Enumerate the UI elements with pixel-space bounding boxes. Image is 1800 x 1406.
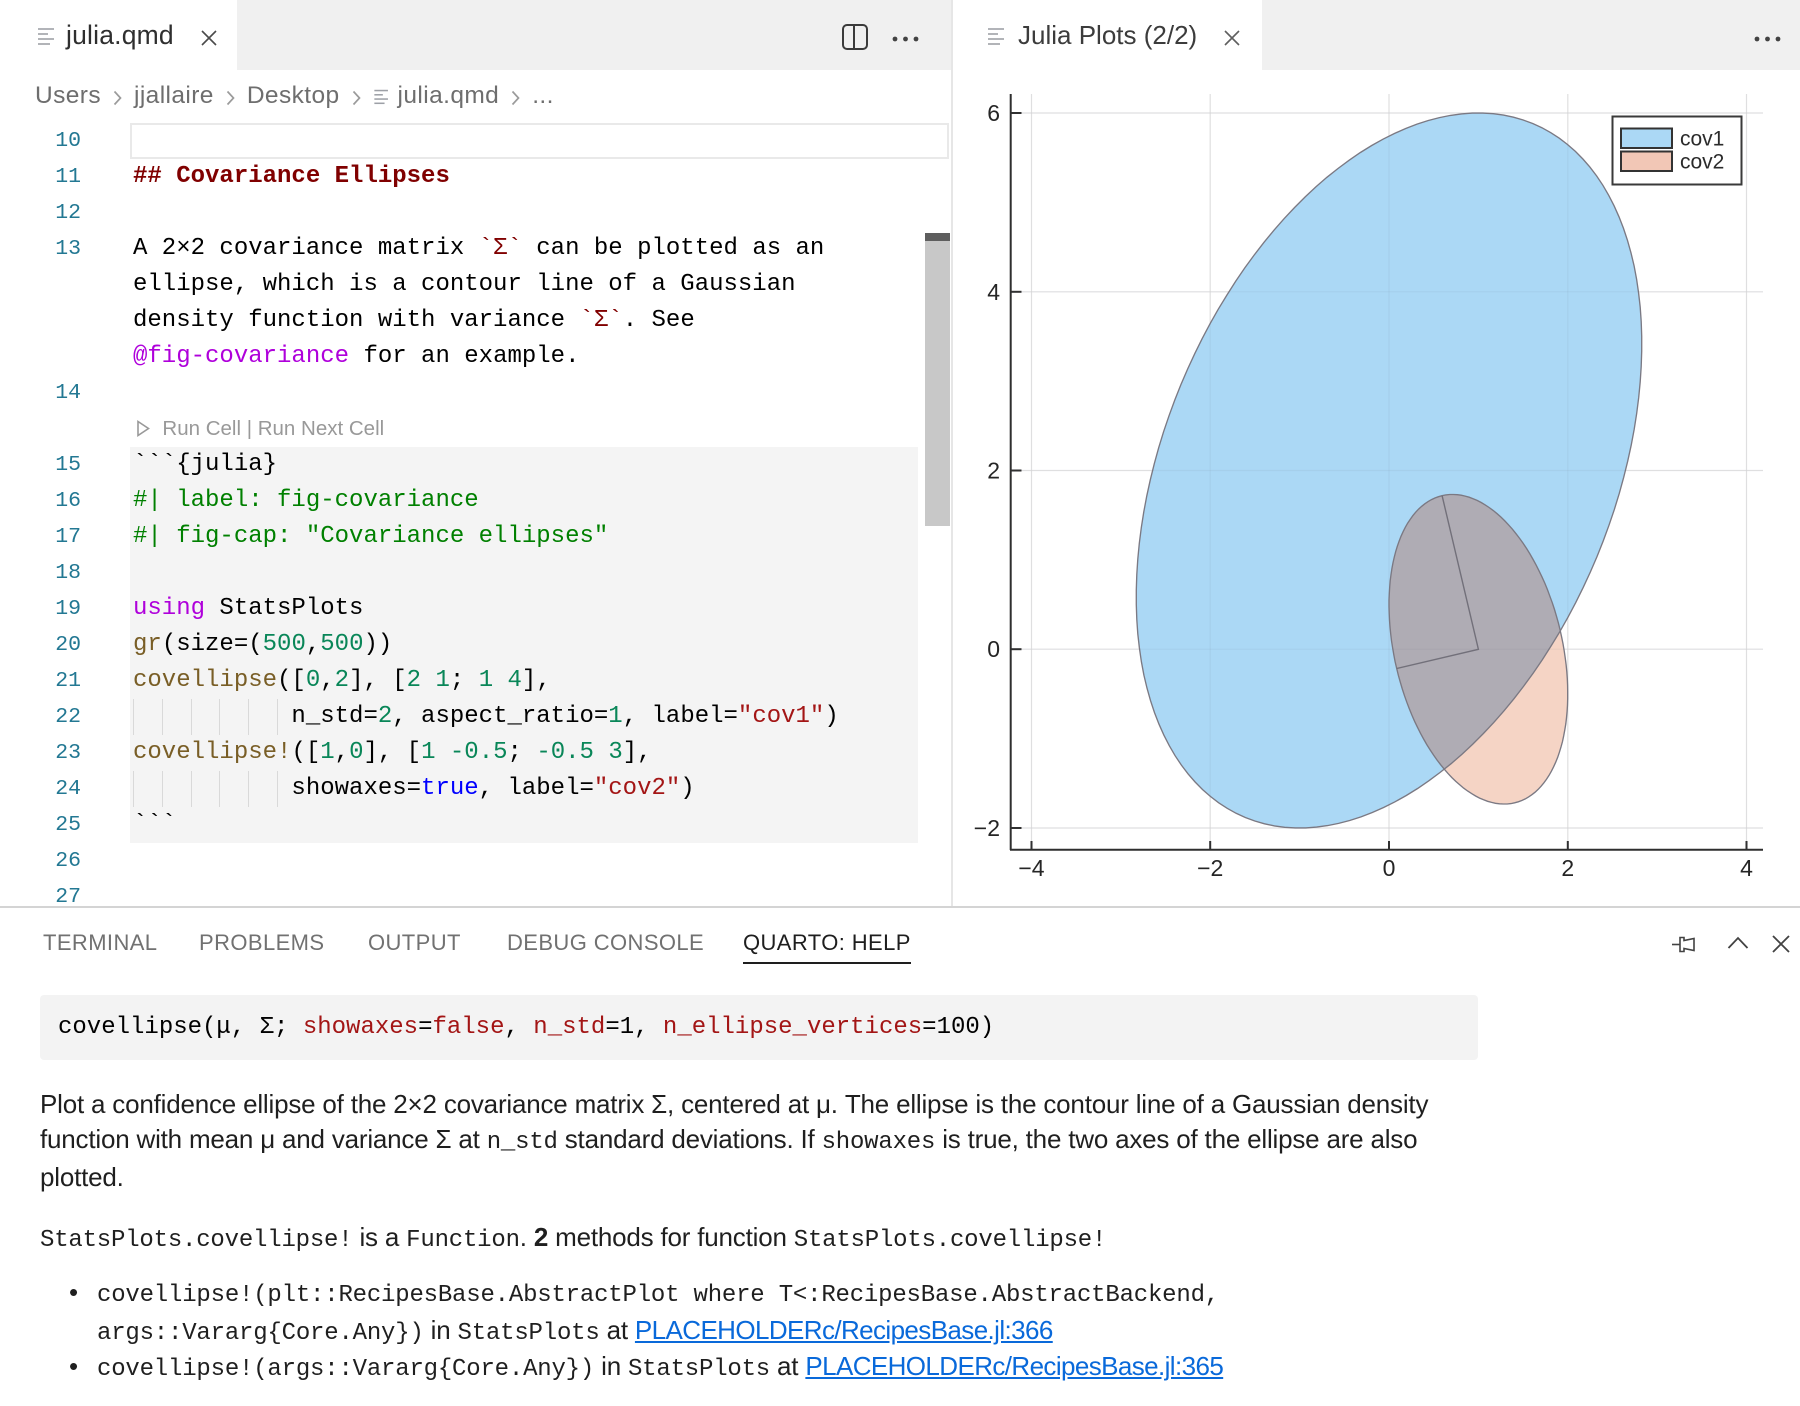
svg-text:2: 2 <box>987 458 1000 484</box>
svg-text:4: 4 <box>987 279 1000 305</box>
svg-text:6: 6 <box>987 100 1000 126</box>
svg-text:cov1: cov1 <box>1680 128 1724 151</box>
svg-text:0: 0 <box>987 636 1000 662</box>
svg-text:2: 2 <box>1561 855 1574 881</box>
svg-text:4: 4 <box>1740 855 1753 881</box>
svg-text:−4: −4 <box>1018 855 1044 881</box>
svg-text:cov2: cov2 <box>1680 151 1724 174</box>
svg-text:−2: −2 <box>974 815 1000 841</box>
svg-text:0: 0 <box>1383 855 1396 881</box>
svg-text:−2: −2 <box>1197 855 1223 881</box>
